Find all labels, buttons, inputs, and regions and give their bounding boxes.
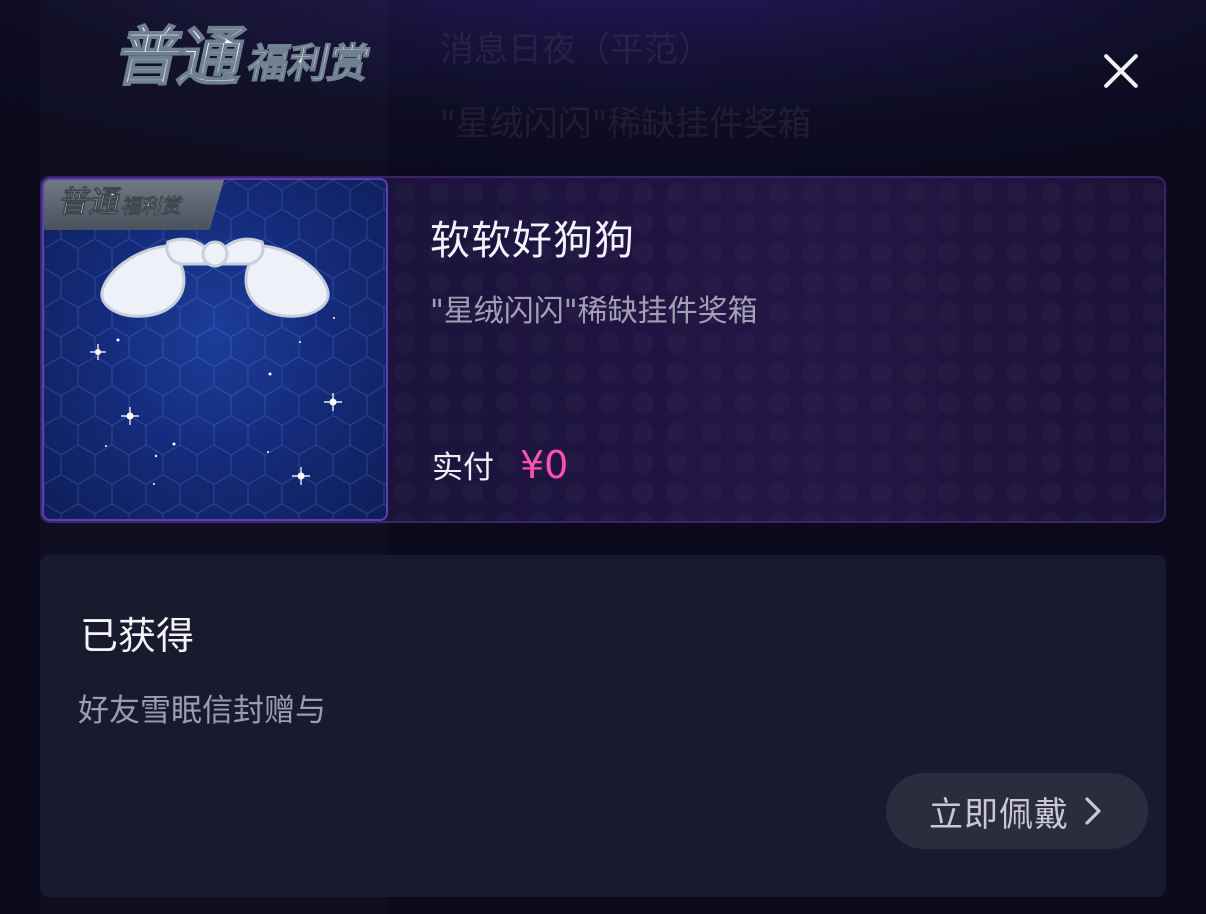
background-title-text: 消息日夜（平范）	[440, 30, 712, 70]
item-name: 软软好狗狗	[430, 218, 635, 264]
price-value: ¥0	[520, 443, 569, 487]
price-label: 实付	[432, 450, 494, 486]
reward-detail-page: 消息日夜（平范） "星绒闪闪"稀缺挂件奖箱 普通 福利赏 普通 福利赏 软软好狗…	[0, 0, 1206, 914]
tag-text: 普通 福利赏	[56, 185, 186, 221]
item-image[interactable]: 普通 福利赏	[42, 178, 388, 521]
close-icon[interactable]	[1096, 46, 1146, 96]
price-row: 实付 ¥0	[432, 442, 568, 487]
logo-sub-text: 福利赏	[243, 40, 374, 87]
item-source: "星绒闪闪"稀缺挂件奖箱	[430, 294, 758, 329]
logo-main-text: 普通	[109, 20, 250, 96]
item-card: 普通 福利赏 软软好狗狗 "星绒闪闪"稀缺挂件奖箱 实付 ¥0	[40, 176, 1166, 523]
chevron-right-icon	[1085, 797, 1101, 825]
wear-now-label: 立即佩戴	[929, 794, 1069, 835]
tag-sub-text: 福利赏	[119, 194, 186, 219]
tag-main-text: 普通	[56, 185, 124, 221]
reward-type-logo: 普通 福利赏	[109, 20, 377, 96]
acquisition-info-card: 已获得 好友雪眠信封赠与 立即佩戴	[40, 555, 1166, 897]
white-bow-ornament-icon	[90, 237, 342, 485]
acquired-description: 好友雪眠信封赠与	[78, 693, 326, 729]
acquired-title: 已获得	[80, 614, 195, 658]
background-subtitle-text: "星绒闪闪"稀缺挂件奖箱	[440, 104, 812, 144]
reward-type-tag: 普通 福利赏	[44, 180, 224, 230]
wear-now-button[interactable]: 立即佩戴	[886, 773, 1148, 849]
